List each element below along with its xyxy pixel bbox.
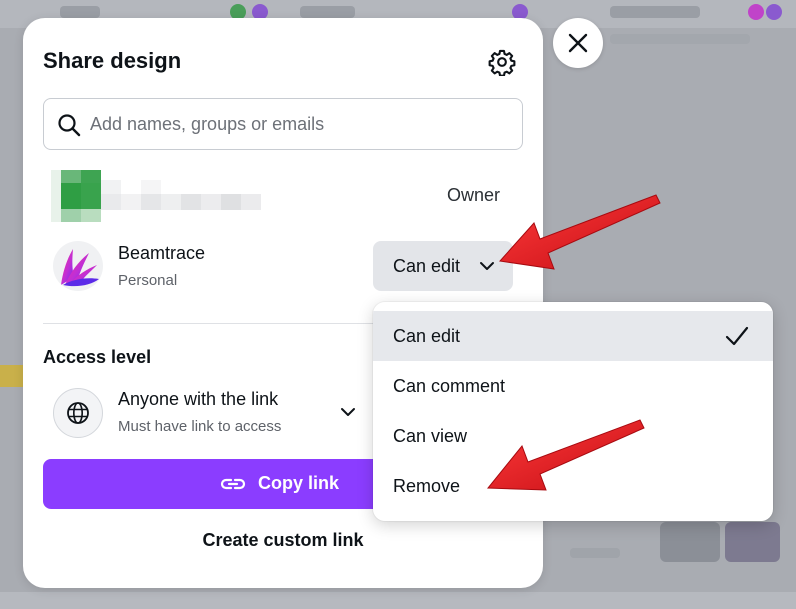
beamtrace-logo-icon [61, 249, 99, 287]
background-blur [570, 548, 620, 558]
background-blur [0, 592, 796, 609]
globe-icon [67, 402, 89, 424]
dialog-title: Share design [43, 48, 182, 73]
background-blur [610, 34, 750, 44]
menu-item-can-view[interactable]: Can view [373, 411, 773, 461]
access-option[interactable]: Anyone with the link [118, 389, 278, 410]
background-blur [300, 6, 355, 18]
background-blur [60, 6, 100, 18]
checkmark-icon [725, 326, 749, 346]
chevron-down-icon [480, 262, 494, 270]
menu-item-can-comment[interactable]: Can comment [373, 361, 773, 411]
menu-item-remove[interactable]: Remove [373, 461, 773, 511]
copy-link-label: Copy link [258, 473, 340, 493]
permission-menu: Can edit Can comment Can view Remove [373, 302, 773, 521]
owner-avatar-blurred [51, 170, 261, 222]
menu-item-label: Can edit [393, 326, 461, 346]
menu-item-can-edit[interactable]: Can edit [373, 311, 773, 361]
member-name: Beamtrace [118, 243, 206, 263]
background-blur [725, 522, 780, 562]
menu-item-label: Can comment [393, 376, 506, 396]
search-icon [58, 114, 81, 137]
background-blur [610, 6, 700, 18]
member-subtitle: Personal [118, 272, 178, 289]
link-icon [220, 478, 246, 490]
gear-icon[interactable] [488, 48, 516, 76]
globe-icon-container [53, 388, 103, 438]
permission-label: Can edit [393, 256, 461, 276]
permission-dropdown-button[interactable]: Can edit [373, 241, 513, 291]
background-blur [660, 522, 720, 562]
background-blur [0, 365, 24, 387]
background-blur [748, 4, 764, 20]
menu-item-label: Can view [393, 426, 468, 446]
access-level-heading: Access level [43, 347, 152, 367]
create-custom-link-button[interactable]: Create custom link [23, 530, 543, 551]
access-description: Must have link to access [118, 418, 282, 435]
menu-item-label: Remove [393, 476, 461, 496]
owner-role-label: Owner [447, 185, 501, 205]
chevron-down-icon[interactable] [339, 405, 357, 419]
close-icon [568, 33, 588, 53]
search-input[interactable] [90, 109, 510, 139]
avatar [53, 241, 103, 291]
close-button[interactable] [553, 18, 603, 68]
background-blur [766, 4, 782, 20]
search-field[interactable] [43, 98, 523, 150]
